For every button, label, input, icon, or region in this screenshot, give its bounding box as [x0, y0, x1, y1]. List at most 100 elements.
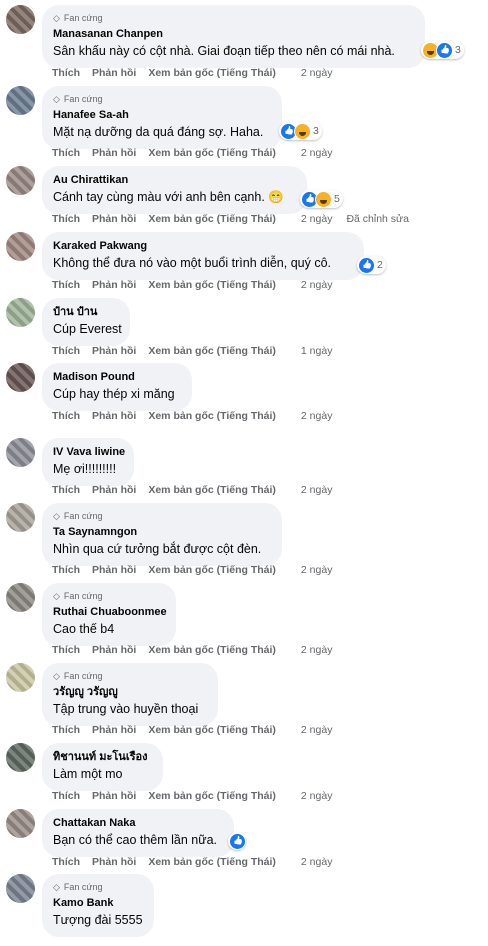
see-original-button[interactable]: Xem bản gốc (Tiếng Thái) [148, 564, 276, 576]
avatar[interactable] [6, 438, 35, 467]
comment-bubble: ทิชานนท์ มะโนเรือง Làm một mo [42, 743, 163, 791]
reply-button[interactable]: Phản hồi [92, 484, 136, 496]
see-original-button[interactable]: Xem bản gốc (Tiếng Thái) [148, 484, 276, 496]
diamond-icon: ◇ [53, 93, 60, 104]
timestamp[interactable]: 2 ngày [301, 790, 333, 802]
reaction-summary[interactable]: 3 [279, 122, 322, 140]
see-original-button[interactable]: Xem bản gốc (Tiếng Thái) [148, 644, 276, 656]
comment-actions: Thích Phản hồi Xem bản gốc (Tiếng Thái) 2 n… [52, 279, 332, 291]
commenter-name[interactable]: Manasanan Chanpen [53, 27, 414, 41]
commenter-name[interactable]: Au Chirattikan [53, 173, 296, 187]
timestamp[interactable]: 2 ngày [301, 213, 333, 225]
comment-text: Sân khấu này có cột nhà. Giai đoạn tiếp … [53, 44, 395, 58]
commenter-name[interactable]: Karaked Pakwang [53, 239, 353, 253]
timestamp[interactable]: 2 ngày [301, 644, 333, 656]
reply-button[interactable]: Phản hồi [92, 410, 136, 422]
reply-button[interactable]: Phản hồi [92, 67, 136, 79]
see-original-button[interactable]: Xem bản gốc (Tiếng Thái) [148, 345, 276, 357]
timestamp[interactable]: 2 ngày [301, 410, 333, 422]
see-original-button[interactable]: Xem bản gốc (Tiếng Thái) [148, 67, 276, 79]
like-button[interactable]: Thích [52, 410, 80, 422]
reply-button[interactable]: Phản hồi [92, 644, 136, 656]
like-button[interactable]: Thích [52, 790, 80, 802]
timestamp[interactable]: 2 ngày [301, 856, 333, 868]
comment-actions: Thích Phản hồi Xem bản gốc (Tiếng Thái) 2 n… [52, 856, 332, 868]
fan-badge: ◇ Fan cứng [53, 881, 143, 893]
timestamp[interactable]: 2 ngày [301, 484, 333, 496]
reply-button[interactable]: Phản hồi [92, 856, 136, 868]
commenter-name[interactable]: Ta Saynamngon [53, 525, 271, 539]
reply-button[interactable]: Phản hồi [92, 790, 136, 802]
timestamp[interactable]: 2 ngày [301, 724, 333, 736]
like-button[interactable]: Thích [52, 564, 80, 576]
reply-button[interactable]: Phản hồi [92, 279, 136, 291]
avatar[interactable] [6, 663, 35, 692]
commenter-name[interactable]: Hanafee Sa-ah [53, 108, 271, 122]
avatar[interactable] [6, 86, 35, 115]
like-button[interactable]: Thích [52, 213, 80, 225]
avatar[interactable] [6, 5, 35, 34]
commenter-name[interactable]: ป๋าน ป๋าน [53, 305, 119, 319]
like-button[interactable]: Thích [52, 345, 80, 357]
comment-text: Không thể đưa nó vào một buổi trình diễn… [53, 256, 331, 270]
comment-bubble: Au Chirattikan Cánh tay cùng màu với anh … [42, 166, 307, 214]
fan-badge-label: Fan cứng [63, 94, 103, 104]
like-button[interactable]: Thích [52, 67, 80, 79]
reply-button[interactable]: Phản hồi [92, 564, 136, 576]
reaction-summary[interactable]: 2 [357, 256, 386, 274]
fan-badge-label: Fan cứng [63, 511, 103, 521]
avatar[interactable] [6, 503, 35, 532]
reaction-summary[interactable]: 3 [421, 41, 464, 59]
avatar[interactable] [6, 166, 35, 195]
see-original-button[interactable]: Xem bản gốc (Tiếng Thái) [148, 279, 276, 291]
reply-button[interactable]: Phản hồi [92, 213, 136, 225]
comment-bubble: ◇ Fan cứng วรัญญู วรัญญู Tập trung vào huyề… [42, 663, 218, 726]
comment-actions: Thích Phản hồi Xem bản gốc (Tiếng Thái) 2 n… [52, 147, 332, 159]
timestamp[interactable]: 2 ngày [301, 564, 333, 576]
like-button[interactable]: Thích [52, 147, 80, 159]
timestamp[interactable]: 2 ngày [301, 67, 333, 79]
commenter-name[interactable]: Madison Pound [53, 370, 181, 384]
comment-bubble: ◇ Fan cứng Ta Saynamngon Nhìn qua cứ tưởng … [42, 503, 282, 566]
see-original-button[interactable]: Xem bản gốc (Tiếng Thái) [148, 724, 276, 736]
like-button[interactable]: Thích [52, 724, 80, 736]
avatar[interactable] [6, 298, 35, 327]
see-original-button[interactable]: Xem bản gốc (Tiếng Thái) [148, 410, 276, 422]
see-original-button[interactable]: Xem bản gốc (Tiếng Thái) [148, 213, 276, 225]
commenter-name[interactable]: วรัญญู วรัญญู [53, 685, 207, 699]
like-button[interactable]: Thích [52, 484, 80, 496]
reply-button[interactable]: Phản hồi [92, 147, 136, 159]
like-button[interactable]: Thích [52, 279, 80, 291]
comment-bubble: ◇ Fan cứng Hanafee Sa-ah Mặt nạ dưỡng da qu… [42, 86, 282, 149]
commenter-name[interactable]: Chattakan Naka [53, 816, 223, 830]
see-original-button[interactable]: Xem bản gốc (Tiếng Thái) [148, 790, 276, 802]
fan-badge: ◇ Fan cứng [53, 670, 207, 682]
haha-icon [315, 190, 332, 208]
reply-button[interactable]: Phản hồi [92, 724, 136, 736]
see-original-button[interactable]: Xem bản gốc (Tiếng Thái) [148, 856, 276, 868]
reaction-summary[interactable] [228, 832, 246, 850]
reply-button[interactable]: Phản hồi [92, 345, 136, 357]
comment-bubble: ป๋าน ป๋าน Cúp Everest [42, 298, 130, 346]
comment-text: Mẹ ơi!!!!!!!!! [53, 462, 117, 476]
avatar[interactable] [6, 363, 35, 392]
avatar[interactable] [6, 809, 35, 838]
timestamp[interactable]: 2 ngày [301, 279, 333, 291]
reaction-summary[interactable]: 5 [300, 190, 343, 208]
commenter-name[interactable]: Kamo Bank [53, 896, 143, 910]
commenter-name[interactable]: Ruthai Chuaboonmee [53, 605, 167, 619]
see-original-button[interactable]: Xem bản gốc (Tiếng Thái) [148, 147, 276, 159]
commenter-name[interactable]: ทิชานนท์ มะโนเรือง [53, 750, 152, 764]
timestamp[interactable]: 2 ngày [301, 147, 333, 159]
avatar[interactable] [6, 232, 35, 261]
avatar[interactable] [6, 583, 35, 612]
timestamp[interactable]: 1 ngày [301, 345, 333, 357]
comment-actions: Thích Phản hồi Xem bản gốc (Tiếng Thái) 2 n… [52, 213, 409, 225]
like-button[interactable]: Thích [52, 644, 80, 656]
like-button[interactable]: Thích [52, 856, 80, 868]
commenter-name[interactable]: IV Vava liwine [53, 445, 125, 459]
avatar[interactable] [6, 874, 35, 903]
avatar[interactable] [6, 743, 35, 772]
comment-bubble: Karaked Pakwang Không thể đưa nó vào một … [42, 232, 364, 280]
comment-bubble: ◇ Fan cứng Ruthai Chuaboonmee Cao thế b4 [42, 583, 176, 646]
